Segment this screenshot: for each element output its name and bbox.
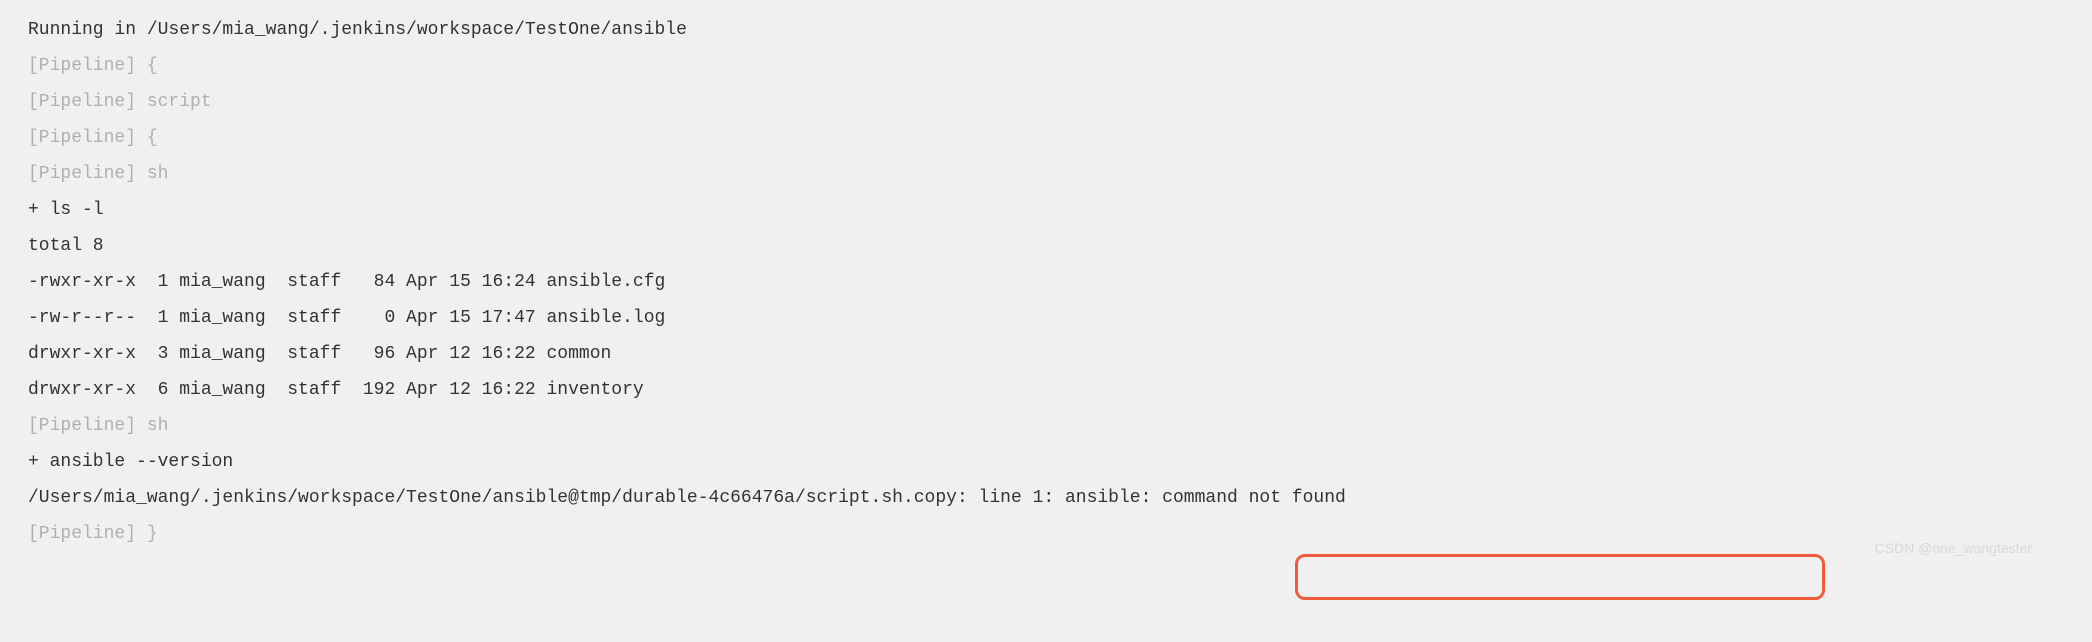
pipeline-marker: [Pipeline] { [28, 48, 2064, 84]
shell-command: + ansible --version [28, 444, 2064, 480]
error-highlight-annotation [1295, 554, 1825, 600]
file-listing-row: drwxr-xr-x 6 mia_wang staff 192 Apr 12 1… [28, 372, 2064, 408]
shell-command: + ls -l [28, 192, 2064, 228]
console-line: total 8 [28, 228, 2064, 264]
pipeline-marker: [Pipeline] } [28, 516, 2064, 552]
file-listing-row: drwxr-xr-x 3 mia_wang staff 96 Apr 12 16… [28, 336, 2064, 372]
watermark-text: CSDN @one_wangtester [1875, 534, 2032, 562]
pipeline-marker: [Pipeline] { [28, 120, 2064, 156]
file-listing-row: -rw-r--r-- 1 mia_wang staff 0 Apr 15 17:… [28, 300, 2064, 336]
file-listing-row: -rwxr-xr-x 1 mia_wang staff 84 Apr 15 16… [28, 264, 2064, 300]
pipeline-marker: [Pipeline] script [28, 84, 2064, 120]
pipeline-marker: [Pipeline] sh [28, 156, 2064, 192]
console-line: Running in /Users/mia_wang/.jenkins/work… [28, 12, 2064, 48]
pipeline-marker: [Pipeline] sh [28, 408, 2064, 444]
error-line: /Users/mia_wang/.jenkins/workspace/TestO… [28, 480, 2064, 516]
console-output: Running in /Users/mia_wang/.jenkins/work… [28, 12, 2064, 552]
